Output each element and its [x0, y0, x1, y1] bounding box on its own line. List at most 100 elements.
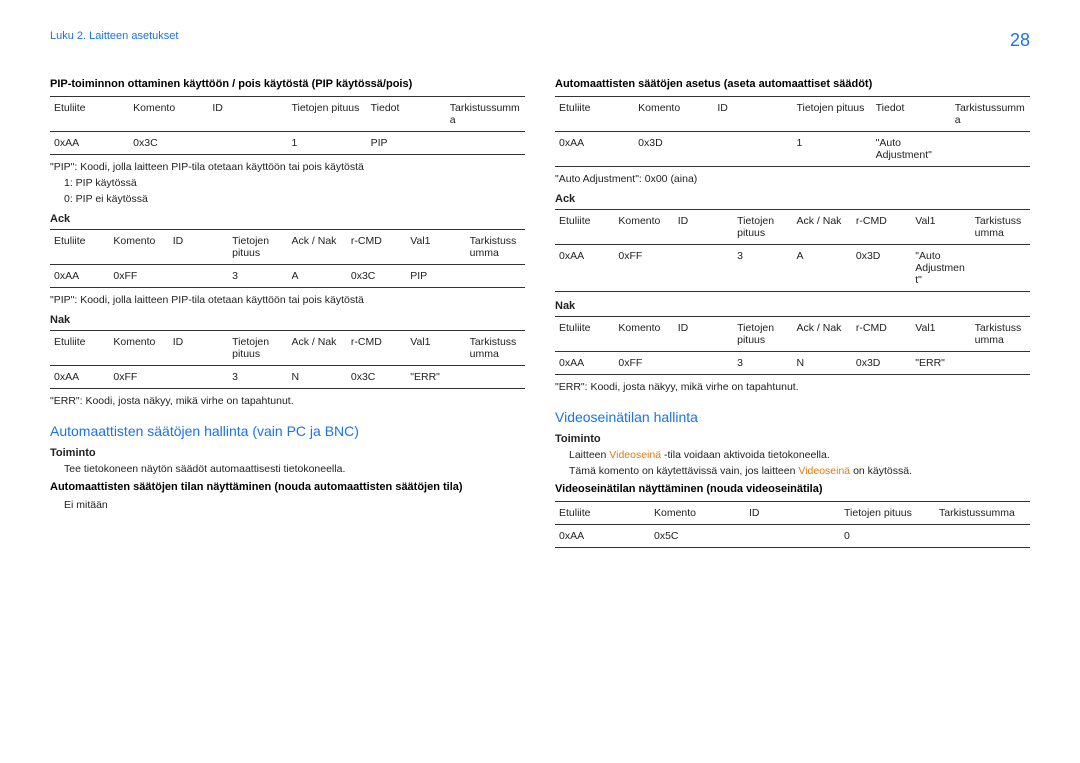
- video-bullet-1: Laitteen Videoseinä -tila voidaan aktivo…: [555, 449, 1030, 461]
- cell: [951, 132, 1030, 167]
- pip-list-1: 1: PIP käytössä: [50, 177, 525, 189]
- cell: 0: [840, 525, 935, 548]
- col-header: Ack / Nak: [288, 331, 347, 366]
- cell: 0xAA: [555, 352, 614, 375]
- col-header: r-CMD: [852, 210, 911, 245]
- auto-bullet-2: Ei mitään: [50, 499, 525, 511]
- cell: 0x3C: [347, 265, 406, 288]
- col-header: Tarkistussumma: [935, 502, 1030, 525]
- auto-set-heading: Automaattisten säätöjen asetus (aseta au…: [555, 78, 1030, 90]
- auto-bullet-1: Tee tietokoneen näytön säädöt automaatti…: [50, 463, 525, 475]
- text: Tämä komento on käytettävissä vain, jos …: [569, 465, 798, 477]
- left-column: PIP-toiminnon ottaminen käyttöön / pois …: [50, 72, 525, 554]
- videowall-term: Videoseinä: [609, 449, 661, 461]
- cell: [935, 525, 1030, 548]
- auto-adj-note: "Auto Adjustment": 0x00 (aina): [555, 173, 1030, 185]
- cell: 0x3D: [852, 352, 911, 375]
- col-header: Tarkistussumma: [466, 230, 525, 265]
- cell: "ERR": [911, 352, 970, 375]
- err-note-left: "ERR": Koodi, josta näkyy, mikä virhe on…: [50, 395, 525, 407]
- col-header: Tiedot: [872, 97, 951, 132]
- pip-note: "PIP": Koodi, jolla laitteen PIP-tila ot…: [50, 161, 525, 173]
- cell: "Auto Adjustment": [911, 245, 970, 292]
- col-header: ID: [169, 331, 228, 366]
- col-header: Val1: [406, 331, 465, 366]
- col-header: Tietojen pituus: [228, 331, 287, 366]
- toiminto-label: Toiminto: [50, 447, 525, 459]
- col-header: Tietojen pituus: [733, 317, 792, 352]
- cell: [169, 265, 228, 288]
- cell: 0xAA: [50, 265, 109, 288]
- cell: 1: [287, 132, 366, 155]
- cell: 3: [228, 366, 287, 389]
- pip-note-2: "PIP": Koodi, jolla laitteen PIP-tila ot…: [50, 294, 525, 306]
- col-header: Komento: [650, 502, 745, 525]
- auto-nak-table: Etuliite Komento ID Tietojen pituus Ack …: [555, 316, 1030, 375]
- col-header: Etuliite: [50, 97, 129, 132]
- cell: [971, 352, 1030, 375]
- cell: A: [793, 245, 852, 292]
- col-header: Tietojen pituus: [840, 502, 935, 525]
- col-header: Etuliite: [555, 502, 650, 525]
- cell: [971, 245, 1030, 292]
- cell: 0xAA: [50, 366, 109, 389]
- video-bullet-2: Tämä komento on käytettävissä vain, jos …: [555, 465, 1030, 477]
- cell: [446, 132, 525, 155]
- col-header: Tarkistussumma: [951, 97, 1030, 132]
- right-column: Automaattisten säätöjen asetus (aseta au…: [555, 72, 1030, 554]
- pip-command-table: Etuliite Komento ID Tietojen pituus Tied…: [50, 96, 525, 155]
- cell: 1: [792, 132, 871, 167]
- page: 28 Luku 2. Laitteen asetukset PIP-toimin…: [0, 0, 1080, 584]
- cell: 3: [733, 352, 792, 375]
- cell: [169, 366, 228, 389]
- auto-status-heading: Automaattisten säätöjen tilan näyttämine…: [50, 481, 525, 493]
- cell: 3: [228, 265, 287, 288]
- cell: [208, 132, 287, 155]
- page-number: 28: [1010, 30, 1030, 51]
- chapter-heading: Luku 2. Laitteen asetukset: [50, 30, 1030, 42]
- text: on käytössä.: [850, 465, 912, 477]
- cell: 0xAA: [555, 245, 614, 292]
- col-header: Etuliite: [50, 230, 109, 265]
- cell: 0xAA: [555, 132, 634, 167]
- col-header: Etuliite: [555, 210, 614, 245]
- cell: A: [288, 265, 347, 288]
- col-header: Komento: [614, 317, 673, 352]
- pip-ack-table: Etuliite Komento ID Tietojen pituus Ack …: [50, 229, 525, 288]
- cell: "Auto Adjustment": [872, 132, 951, 167]
- col-header: Tiedot: [367, 97, 446, 132]
- col-header: r-CMD: [852, 317, 911, 352]
- col-header: r-CMD: [347, 331, 406, 366]
- col-header: Komento: [109, 230, 168, 265]
- cell: 0x3D: [634, 132, 713, 167]
- col-header: Tarkistussumma: [971, 317, 1030, 352]
- cell: [713, 132, 792, 167]
- cell: 0x3D: [852, 245, 911, 292]
- col-header: Val1: [406, 230, 465, 265]
- col-header: Ack / Nak: [288, 230, 347, 265]
- col-header: Etuliite: [555, 317, 614, 352]
- ack-label: Ack: [50, 213, 525, 225]
- col-header: ID: [713, 97, 792, 132]
- text: Laitteen: [569, 449, 609, 461]
- two-column-layout: PIP-toiminnon ottaminen käyttöön / pois …: [50, 72, 1030, 554]
- col-header: Tarkistussumma: [446, 97, 525, 132]
- col-header: ID: [674, 210, 733, 245]
- cell: [466, 366, 525, 389]
- col-header: Ack / Nak: [793, 210, 852, 245]
- col-header: Val1: [911, 210, 970, 245]
- col-header: ID: [169, 230, 228, 265]
- col-header: Etuliite: [50, 331, 109, 366]
- col-header: Tietojen pituus: [228, 230, 287, 265]
- cell: 0xAA: [555, 525, 650, 548]
- col-header: ID: [745, 502, 840, 525]
- auto-ack-table: Etuliite Komento ID Tietojen pituus Ack …: [555, 209, 1030, 292]
- text: -tila voidaan aktivoida tietokoneella.: [661, 449, 830, 461]
- cell: 0xFF: [614, 352, 673, 375]
- col-header: Ack / Nak: [793, 317, 852, 352]
- videowall-heading: Videoseinätilan hallinta: [555, 409, 1030, 425]
- cell: 0xFF: [109, 366, 168, 389]
- auto-adjust-heading: Automaattisten säätöjen hallinta (vain P…: [50, 423, 525, 439]
- cell: 0xFF: [614, 245, 673, 292]
- cell: 3: [733, 245, 792, 292]
